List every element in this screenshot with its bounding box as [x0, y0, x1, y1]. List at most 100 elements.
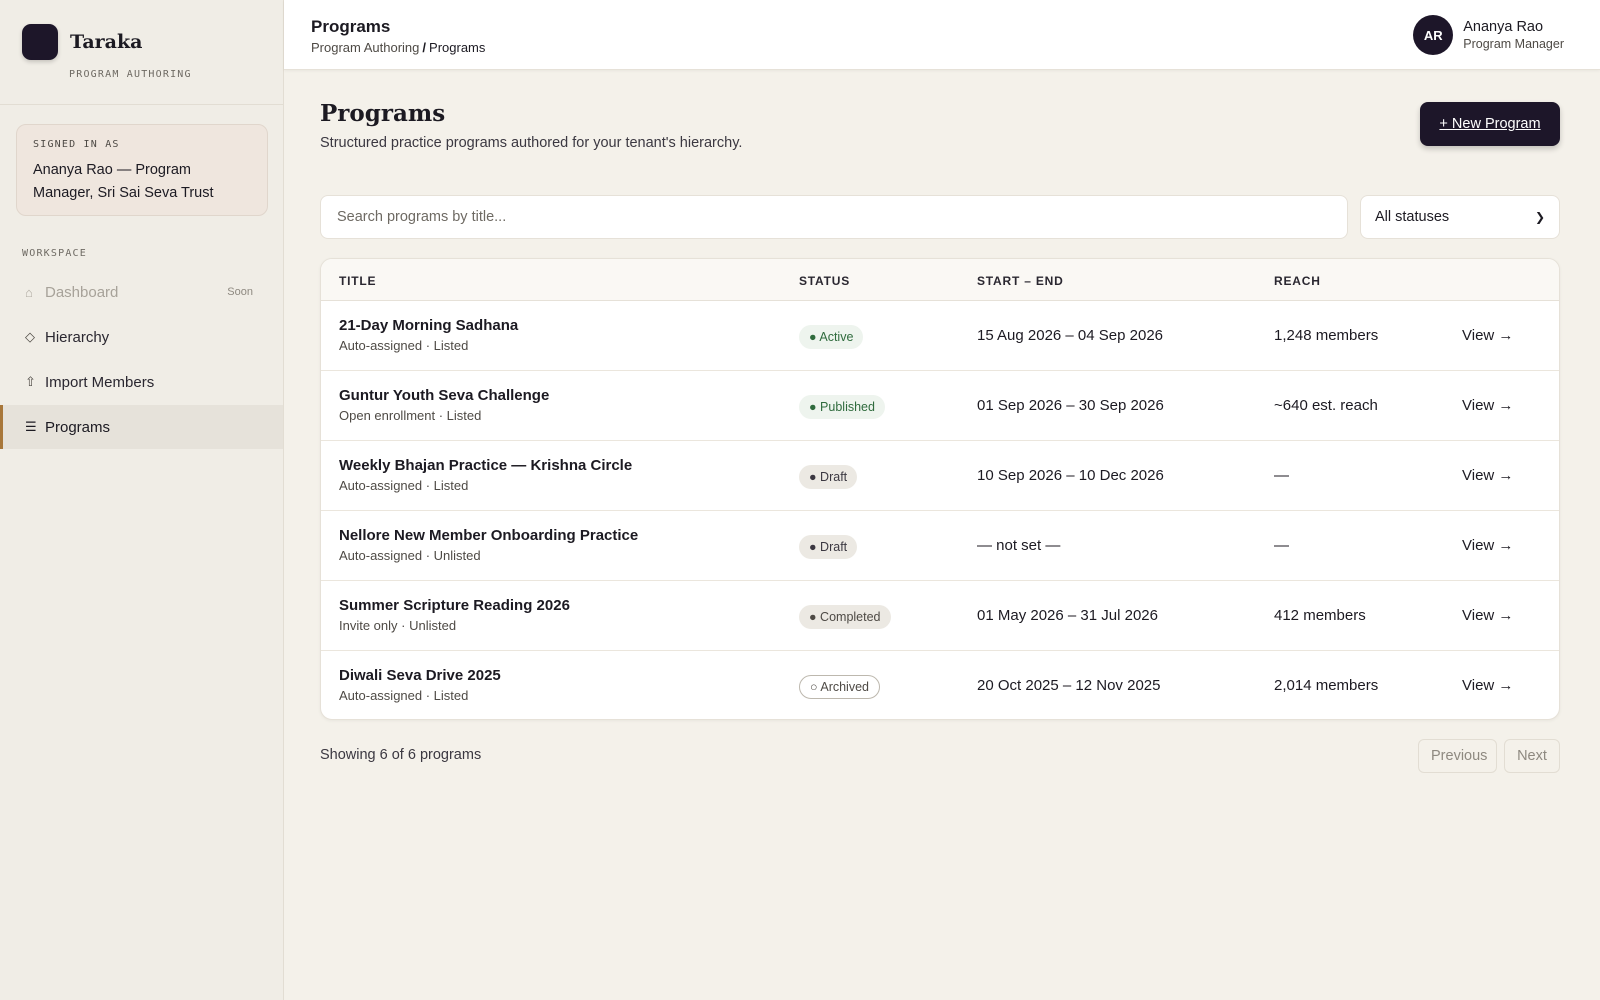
list-icon: ☰	[25, 419, 37, 434]
date-range: 20 Oct 2025 – 12 Nov 2025	[977, 677, 1161, 694]
user-menu[interactable]: AR Ananya Rao Program Manager	[1413, 15, 1564, 55]
reach-value: 1,248 members	[1274, 327, 1379, 344]
status-label: Archived	[820, 680, 869, 694]
reach-value: —	[1274, 467, 1289, 484]
status-dot-icon: ●	[809, 540, 817, 554]
programs-table: TITLE STATUS START – END REACH 21-Day Mo…	[320, 258, 1560, 720]
date-range: 01 Sep 2026 – 30 Sep 2026	[977, 397, 1164, 414]
program-title[interactable]: Diwali Seva Drive 2025	[339, 667, 501, 684]
user-info: Ananya Rao Program Manager	[1463, 19, 1564, 51]
top-bar: Programs Program Authoring / Programs AR A…	[284, 0, 1600, 70]
program-title[interactable]: Guntur Youth Seva Challenge	[339, 387, 549, 404]
chevron-down-icon: ❯	[1534, 210, 1545, 224]
program-meta: Auto-assigned · Listed	[339, 688, 469, 703]
brand[interactable]: Taraka	[22, 24, 142, 60]
program-meta: Auto-assigned · Listed	[339, 478, 469, 493]
brand-subtitle: PROGRAM AUTHORING	[69, 69, 192, 80]
column-header-dates[interactable]: START – END	[977, 274, 1064, 288]
table-row[interactable]: 21-Day Morning Sadhana Auto-assigned · L…	[321, 301, 1559, 371]
breadcrumb: Program Authoring / Programs	[311, 40, 485, 55]
program-meta: Auto-assigned · Unlisted	[339, 548, 481, 563]
status-label: Draft	[820, 470, 848, 484]
program-title[interactable]: Weekly Bhajan Practice — Krishna Circle	[339, 457, 632, 474]
brand-logo	[22, 24, 58, 60]
view-link[interactable]: View →	[1462, 467, 1513, 484]
status-cell: ○ Archived	[799, 675, 880, 699]
pagination-summary: Showing 6 of 6 programs	[320, 747, 482, 763]
status-badge: ○ Archived	[799, 675, 880, 699]
sidebar-item-hierarchy[interactable]: ◇ Hierarchy	[0, 315, 283, 359]
search-input[interactable]	[320, 195, 1348, 239]
program-title[interactable]: Nellore New Member Onboarding Practice	[339, 527, 638, 544]
status-cell: ● Draft	[799, 535, 858, 559]
breadcrumb-current: Programs	[429, 40, 486, 55]
reach-value: —	[1274, 537, 1289, 554]
date-range: 01 May 2026 – 31 Jul 2026	[977, 607, 1158, 624]
sidebar-divider	[0, 104, 283, 105]
header-title: Programs	[311, 17, 391, 36]
sidebar-item-label: Hierarchy	[45, 328, 110, 346]
table-row[interactable]: Nellore New Member Onboarding Practice A…	[321, 511, 1559, 581]
status-dot-icon: ●	[809, 610, 817, 624]
status-cell: ● Published	[799, 395, 885, 419]
status-badge: ● Active	[799, 325, 864, 349]
view-link[interactable]: View →	[1462, 607, 1513, 624]
diamond-icon: ◇	[25, 329, 35, 344]
status-badge: ● Draft	[799, 465, 858, 489]
table-row[interactable]: Summer Scripture Reading 2026 Invite onl…	[321, 581, 1559, 651]
avatar: AR	[1413, 15, 1454, 55]
sidebar-item-label: Dashboard	[45, 283, 119, 301]
status-label: Active	[819, 330, 854, 344]
program-meta: Open enrollment · Listed	[339, 408, 482, 423]
column-header-title[interactable]: TITLE	[339, 274, 376, 288]
status-badge: ● Completed	[799, 605, 891, 629]
column-header-status[interactable]: STATUS	[799, 274, 850, 288]
signed-in-name: Ananya Rao — Program Manager, Sri Sai Se…	[33, 162, 214, 201]
signed-in-label: SIGNED IN AS	[33, 139, 120, 150]
brand-name: Taraka	[70, 31, 143, 53]
status-ring-icon: ○	[810, 680, 818, 694]
user-role: Program Manager	[1463, 37, 1564, 51]
program-title[interactable]: 21-Day Morning Sadhana	[339, 317, 518, 334]
table-row[interactable]: Guntur Youth Seva Challenge Open enrollm…	[321, 371, 1559, 441]
program-title-cell: Nellore New Member Onboarding Practice A…	[339, 527, 638, 563]
next-page-button[interactable]: Next	[1504, 739, 1560, 773]
sidebar-item-dashboard[interactable]: ⌂ Dashboard Soon	[0, 270, 283, 314]
breadcrumb-separator: /	[422, 40, 427, 55]
view-link[interactable]: View →	[1462, 397, 1513, 414]
status-dot-icon: ●	[809, 330, 817, 344]
status-dot-icon: ●	[809, 400, 817, 414]
status-cell: ● Completed	[799, 605, 891, 629]
status-cell: ● Draft	[799, 465, 858, 489]
status-label: Published	[820, 400, 875, 414]
program-title-cell: Weekly Bhajan Practice — Krishna Circle …	[339, 457, 632, 493]
breadcrumb-parent[interactable]: Program Authoring	[311, 40, 419, 55]
column-header-reach[interactable]: REACH	[1274, 274, 1321, 288]
program-title[interactable]: Summer Scripture Reading 2026	[339, 597, 570, 614]
status-label: Draft	[820, 540, 848, 554]
workspace-section-label: WORKSPACE	[22, 248, 87, 259]
view-link[interactable]: View →	[1462, 537, 1513, 554]
table-row[interactable]: Diwali Seva Drive 2025 Auto-assigned · L…	[321, 651, 1559, 719]
view-link[interactable]: View →	[1462, 327, 1513, 344]
reach-value: 2,014 members	[1274, 677, 1379, 694]
view-link[interactable]: View →	[1462, 677, 1513, 694]
program-title-cell: Summer Scripture Reading 2026 Invite onl…	[339, 597, 570, 633]
table-row[interactable]: Weekly Bhajan Practice — Krishna Circle …	[321, 441, 1559, 511]
soon-badge: Soon	[227, 286, 253, 298]
sidebar-item-import-members[interactable]: ⇧ Import Members	[0, 360, 283, 404]
program-title-cell: Guntur Youth Seva Challenge Open enrollm…	[339, 387, 549, 423]
sidebar-item-label: Import Members	[45, 373, 155, 391]
page-title: Programs	[320, 100, 446, 127]
upload-icon: ⇧	[25, 374, 36, 389]
status-filter-value: All statuses	[1375, 209, 1450, 225]
page-subtitle: Structured practice programs authored fo…	[320, 135, 743, 151]
previous-page-button[interactable]: Previous	[1418, 739, 1497, 773]
reach-value: ~640 est. reach	[1274, 397, 1378, 414]
program-meta: Invite only · Unlisted	[339, 618, 457, 633]
sidebar-item-programs[interactable]: ☰ Programs	[0, 405, 283, 449]
program-meta: Auto-assigned · Listed	[339, 338, 469, 353]
status-filter-select[interactable]: All statuses ❯	[1360, 195, 1560, 239]
new-program-button[interactable]: + New Program	[1420, 102, 1560, 146]
status-dot-icon: ●	[809, 470, 817, 484]
